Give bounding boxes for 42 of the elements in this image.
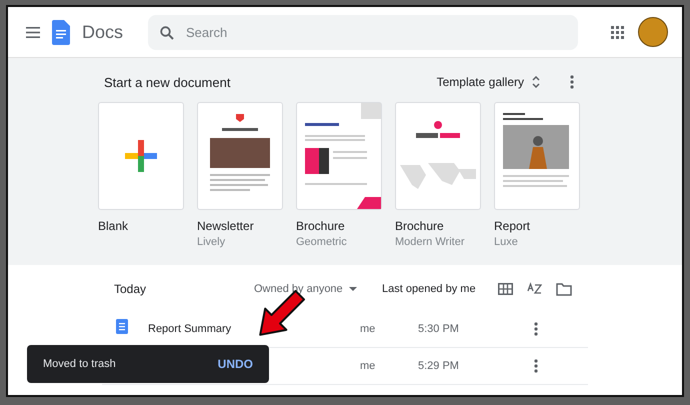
template-thumbnail-drawing[interactable] [395,102,481,210]
template-subtitle: Lively [197,236,226,248]
date-heading: Today [113,282,148,296]
owner-cell-text: me [360,323,376,335]
folder-icon[interactable] [556,282,572,296]
document-icon[interactable] [52,20,70,44]
template-name: Blank [98,219,130,233]
template-name: Newsletter [197,219,255,233]
dropdown-caret-icon [348,287,357,291]
template-thumbnail-drawing[interactable] [197,102,283,210]
search-icon [160,26,174,40]
expand-icon [532,76,540,88]
avatar[interactable] [638,17,668,47]
blank-template-card[interactable] [98,102,184,210]
template-subtitle: Geometric [296,236,348,248]
more-options-icon[interactable] [534,359,538,373]
template-gallery-button[interactable]: Template gallery [432,71,544,93]
document-name[interactable]: Report Summary [148,323,360,335]
template-thumbnail-drawing[interactable] [296,102,382,210]
time-cell-text: 5:30 PM [418,323,460,335]
owner-cell-text: me [360,360,376,372]
sort-icon[interactable] [527,282,542,296]
sort-label[interactable]: Last opened by me [382,283,498,295]
more-options-icon[interactable] [570,75,574,89]
template-subtitle: Luxe [494,236,519,248]
template-name: Brochure [296,219,346,233]
search-field[interactable]: Search [148,14,578,50]
more-options-icon[interactable] [534,322,538,336]
app-title: Docs [82,22,124,42]
plus-icon [125,140,157,172]
time-cell-text: 5:29 PM [418,360,460,372]
section-heading: Start a new document [104,74,230,90]
template-thumbnail-drawing[interactable] [494,102,580,210]
undo-button[interactable]: UNDO [216,355,255,373]
apps-grid-icon[interactable] [611,26,624,38]
snackbar-message: Moved to trash [43,358,116,370]
template-subtitle: Modern Writer [395,236,466,248]
document-icon [116,319,128,334]
template-name: Report [494,219,532,233]
menu-icon[interactable] [26,26,40,38]
template-name: Brochure [395,219,445,233]
grid-view-icon[interactable] [498,283,513,295]
